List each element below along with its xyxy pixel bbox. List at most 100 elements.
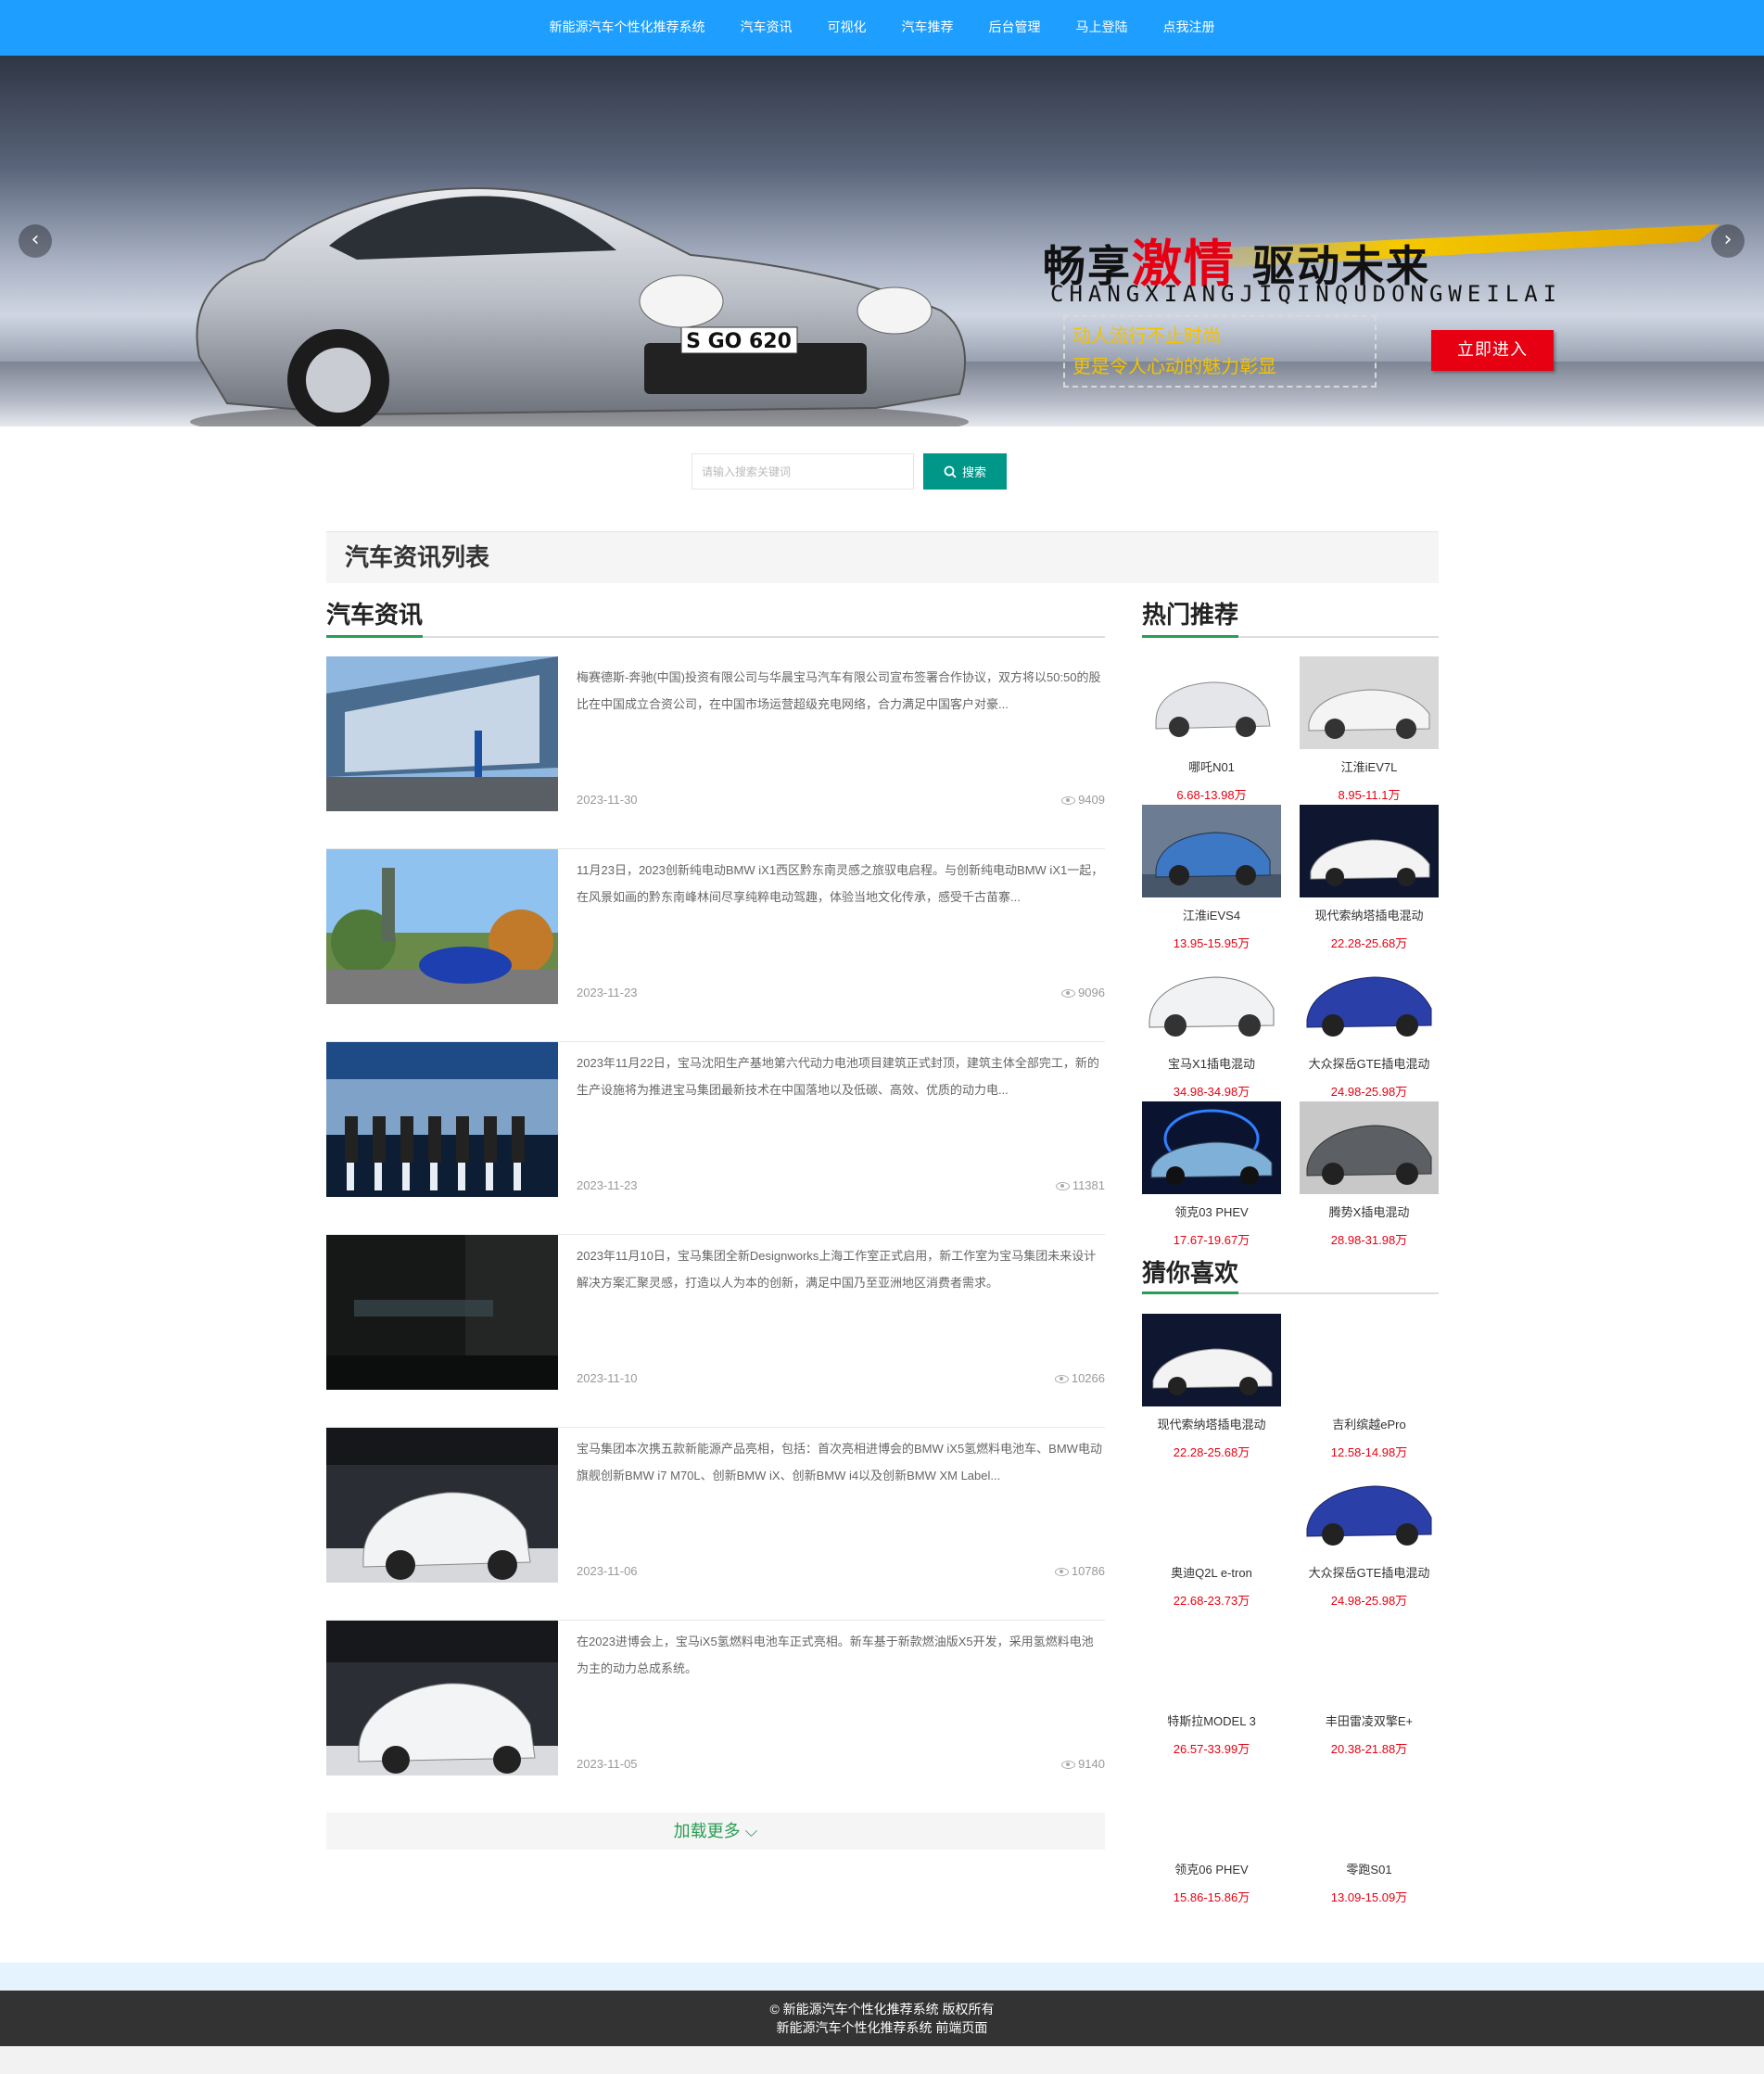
- car-name[interactable]: 领克03 PHEV: [1142, 1205, 1281, 1220]
- guess-card[interactable]: 大众探岳GTE插电混动 24.98-25.98万: [1300, 1462, 1439, 1610]
- hot-card[interactable]: 江淮iEVS4 13.95-15.95万: [1142, 805, 1281, 953]
- news-item[interactable]: 11月23日，2023创新纯电动BMW iX1西区黔东南灵感之旅驭电启程。与创新…: [326, 849, 1105, 1042]
- eye-icon: [1054, 1568, 1069, 1577]
- car-image[interactable]: [1142, 1610, 1281, 1703]
- car-name[interactable]: 现代索纳塔插电混动: [1300, 909, 1439, 923]
- car-image[interactable]: [1142, 1101, 1281, 1194]
- guess-card[interactable]: 奥迪Q2L e-tron 22.68-23.73万: [1142, 1462, 1281, 1610]
- car-name[interactable]: 零跑S01: [1300, 1863, 1439, 1877]
- eye-icon: [1054, 1375, 1069, 1384]
- car-image[interactable]: [1300, 1610, 1439, 1703]
- banner-line2: 更是令人心动的魅力彰显: [1072, 355, 1276, 377]
- news-thumbnail[interactable]: [326, 1621, 558, 1775]
- news-date: 2023-11-10: [577, 1371, 638, 1385]
- news-thumbnail[interactable]: [326, 1235, 558, 1390]
- news-summary: 宝马集团本次携五款新能源产品亮相，包括：首次亮相进博会的BMW iX5氢燃料电池…: [577, 1442, 1102, 1482]
- car-image[interactable]: [1142, 1462, 1281, 1555]
- nav-login[interactable]: 马上登陆: [1059, 0, 1146, 56]
- car-name[interactable]: 腾势X插电混动: [1300, 1205, 1439, 1220]
- load-more-button[interactable]: 加载更多 ⌵: [326, 1813, 1105, 1850]
- car-price: 13.09-15.09万: [1330, 1890, 1408, 1904]
- guess-card[interactable]: 零跑S01 13.09-15.09万: [1300, 1759, 1439, 1907]
- banner-pinyin: CHANGXIANGJIQINQUDONGWEILAI: [1050, 281, 1563, 307]
- news-thumbnail[interactable]: [326, 1428, 558, 1583]
- footer-subtitle: 新能源汽车个性化推荐系统 前端页面: [776, 2020, 988, 2035]
- hot-card[interactable]: 江淮iEV7L 8.95-11.1万: [1300, 656, 1439, 805]
- car-image[interactable]: [1300, 1462, 1439, 1555]
- carousel-prev-icon[interactable]: ‹: [19, 224, 52, 258]
- car-name[interactable]: 江淮iEVS4: [1142, 909, 1281, 923]
- footer-copyright: © 新能源汽车个性化推荐系统 版权所有: [769, 2002, 995, 2017]
- news-item[interactable]: 宝马集团本次携五款新能源产品亮相，包括：首次亮相进博会的BMW iX5氢燃料电池…: [326, 1428, 1105, 1621]
- news-summary: 11月23日，2023创新纯电动BMW iX1西区黔东南灵感之旅驭电启程。与创新…: [577, 863, 1104, 904]
- car-image[interactable]: [1300, 805, 1439, 897]
- car-price: 28.98-31.98万: [1330, 1233, 1408, 1247]
- hot-card[interactable]: 大众探岳GTE插电混动 24.98-25.98万: [1300, 953, 1439, 1101]
- hot-card[interactable]: 哪吒N01 6.68-13.98万: [1142, 656, 1281, 805]
- car-price: 13.95-15.95万: [1173, 936, 1250, 950]
- car-name[interactable]: 吉利缤越ePro: [1300, 1418, 1439, 1432]
- car-image[interactable]: [1142, 656, 1281, 749]
- car-image[interactable]: [1142, 953, 1281, 1046]
- news-item[interactable]: 2023年11月22日，宝马沈阳生产基地第六代动力电池项目建筑正式封顶，建筑主体…: [326, 1042, 1105, 1235]
- guess-card[interactable]: 现代索纳塔插电混动 22.28-25.68万: [1142, 1314, 1281, 1462]
- nav-home[interactable]: 新能源汽车个性化推荐系统: [532, 0, 723, 56]
- car-image[interactable]: [1300, 953, 1439, 1046]
- nav-register[interactable]: 点我注册: [1146, 0, 1233, 56]
- hot-card[interactable]: 领克03 PHEV 17.67-19.67万: [1142, 1101, 1281, 1250]
- news-item[interactable]: 2023年11月10日，宝马集团全新Designworks上海工作室正式启用，新…: [326, 1235, 1105, 1428]
- car-name[interactable]: 特斯拉MODEL 3: [1142, 1714, 1281, 1729]
- guess-card[interactable]: 领克06 PHEV 15.86-15.86万: [1142, 1759, 1281, 1907]
- car-name[interactable]: 现代索纳塔插电混动: [1142, 1418, 1281, 1432]
- car-name[interactable]: 宝马X1插电混动: [1142, 1057, 1281, 1072]
- car-name[interactable]: 奥迪Q2L e-tron: [1142, 1566, 1281, 1581]
- news-views: 10266: [1054, 1371, 1105, 1385]
- nav-news[interactable]: 汽车资讯: [723, 0, 810, 56]
- news-thumbnail[interactable]: [326, 849, 558, 1004]
- hot-card[interactable]: 现代索纳塔插电混动 22.28-25.68万: [1300, 805, 1439, 953]
- news-thumbnail[interactable]: [326, 656, 558, 811]
- car-price: 6.68-13.98万: [1176, 788, 1247, 802]
- guess-section-title: 猜你喜欢: [1142, 1260, 1239, 1288]
- car-name[interactable]: 领克06 PHEV: [1142, 1863, 1281, 1877]
- news-views: 9096: [1061, 986, 1105, 999]
- banner-line1: 动人流行不止时尚: [1072, 324, 1221, 347]
- car-name[interactable]: 大众探岳GTE插电混动: [1300, 1566, 1439, 1581]
- hot-card[interactable]: 腾势X插电混动 28.98-31.98万: [1300, 1101, 1439, 1250]
- news-item[interactable]: 在2023进博会上，宝马iX5氢燃料电池车正式亮相。新车基于新款燃油版X5开发，…: [326, 1621, 1105, 1813]
- news-section-divider: [326, 636, 1105, 638]
- car-price: 20.38-21.88万: [1330, 1742, 1408, 1756]
- search-icon: [944, 465, 957, 478]
- news-thumbnail[interactable]: [326, 1042, 558, 1197]
- car-image[interactable]: [1300, 1101, 1439, 1194]
- carousel-next-icon[interactable]: ›: [1711, 224, 1745, 258]
- news-item[interactable]: 梅赛德斯-奔驰(中国)投资有限公司与华晨宝马汽车有限公司宣布签署合作协议，双方将…: [326, 656, 1105, 849]
- car-image[interactable]: [1300, 656, 1439, 749]
- news-date: 2023-11-06: [577, 1564, 638, 1578]
- search-button[interactable]: 搜索: [923, 453, 1007, 490]
- car-price: 22.28-25.68万: [1173, 1445, 1250, 1459]
- guess-card[interactable]: 丰田雷凌双擎E+ 20.38-21.88万: [1300, 1610, 1439, 1759]
- car-image[interactable]: [1300, 1314, 1439, 1406]
- car-image[interactable]: [1142, 805, 1281, 897]
- hot-card[interactable]: 宝马X1插电混动 34.98-34.98万: [1142, 953, 1281, 1101]
- news-summary: 在2023进博会上，宝马iX5氢燃料电池车正式亮相。新车基于新款燃油版X5开发，…: [577, 1635, 1094, 1675]
- car-name[interactable]: 大众探岳GTE插电混动: [1300, 1057, 1439, 1072]
- nav-recommend[interactable]: 汽车推荐: [884, 0, 971, 56]
- nav-admin[interactable]: 后台管理: [971, 0, 1059, 56]
- nav-visualization[interactable]: 可视化: [810, 0, 884, 56]
- car-name[interactable]: 哪吒N01: [1142, 760, 1281, 775]
- guess-card[interactable]: 吉利缤越ePro 12.58-14.98万: [1300, 1314, 1439, 1462]
- guess-card[interactable]: 特斯拉MODEL 3 26.57-33.99万: [1142, 1610, 1281, 1759]
- car-name[interactable]: 丰田雷凌双擎E+: [1300, 1714, 1439, 1729]
- banner-subtitle-box: 动人流行不止时尚 更是令人心动的魅力彰显: [1063, 315, 1377, 388]
- car-image[interactable]: [1300, 1759, 1439, 1851]
- eye-icon: [1055, 1182, 1070, 1191]
- search-button-label: 搜索: [961, 465, 986, 479]
- enter-button[interactable]: 立即进入: [1431, 330, 1554, 371]
- search-input[interactable]: [692, 453, 914, 490]
- car-image[interactable]: [1142, 1314, 1281, 1406]
- page-title: 汽车资讯列表: [326, 531, 1439, 583]
- car-name[interactable]: 江淮iEV7L: [1300, 760, 1439, 775]
- car-image[interactable]: [1142, 1759, 1281, 1851]
